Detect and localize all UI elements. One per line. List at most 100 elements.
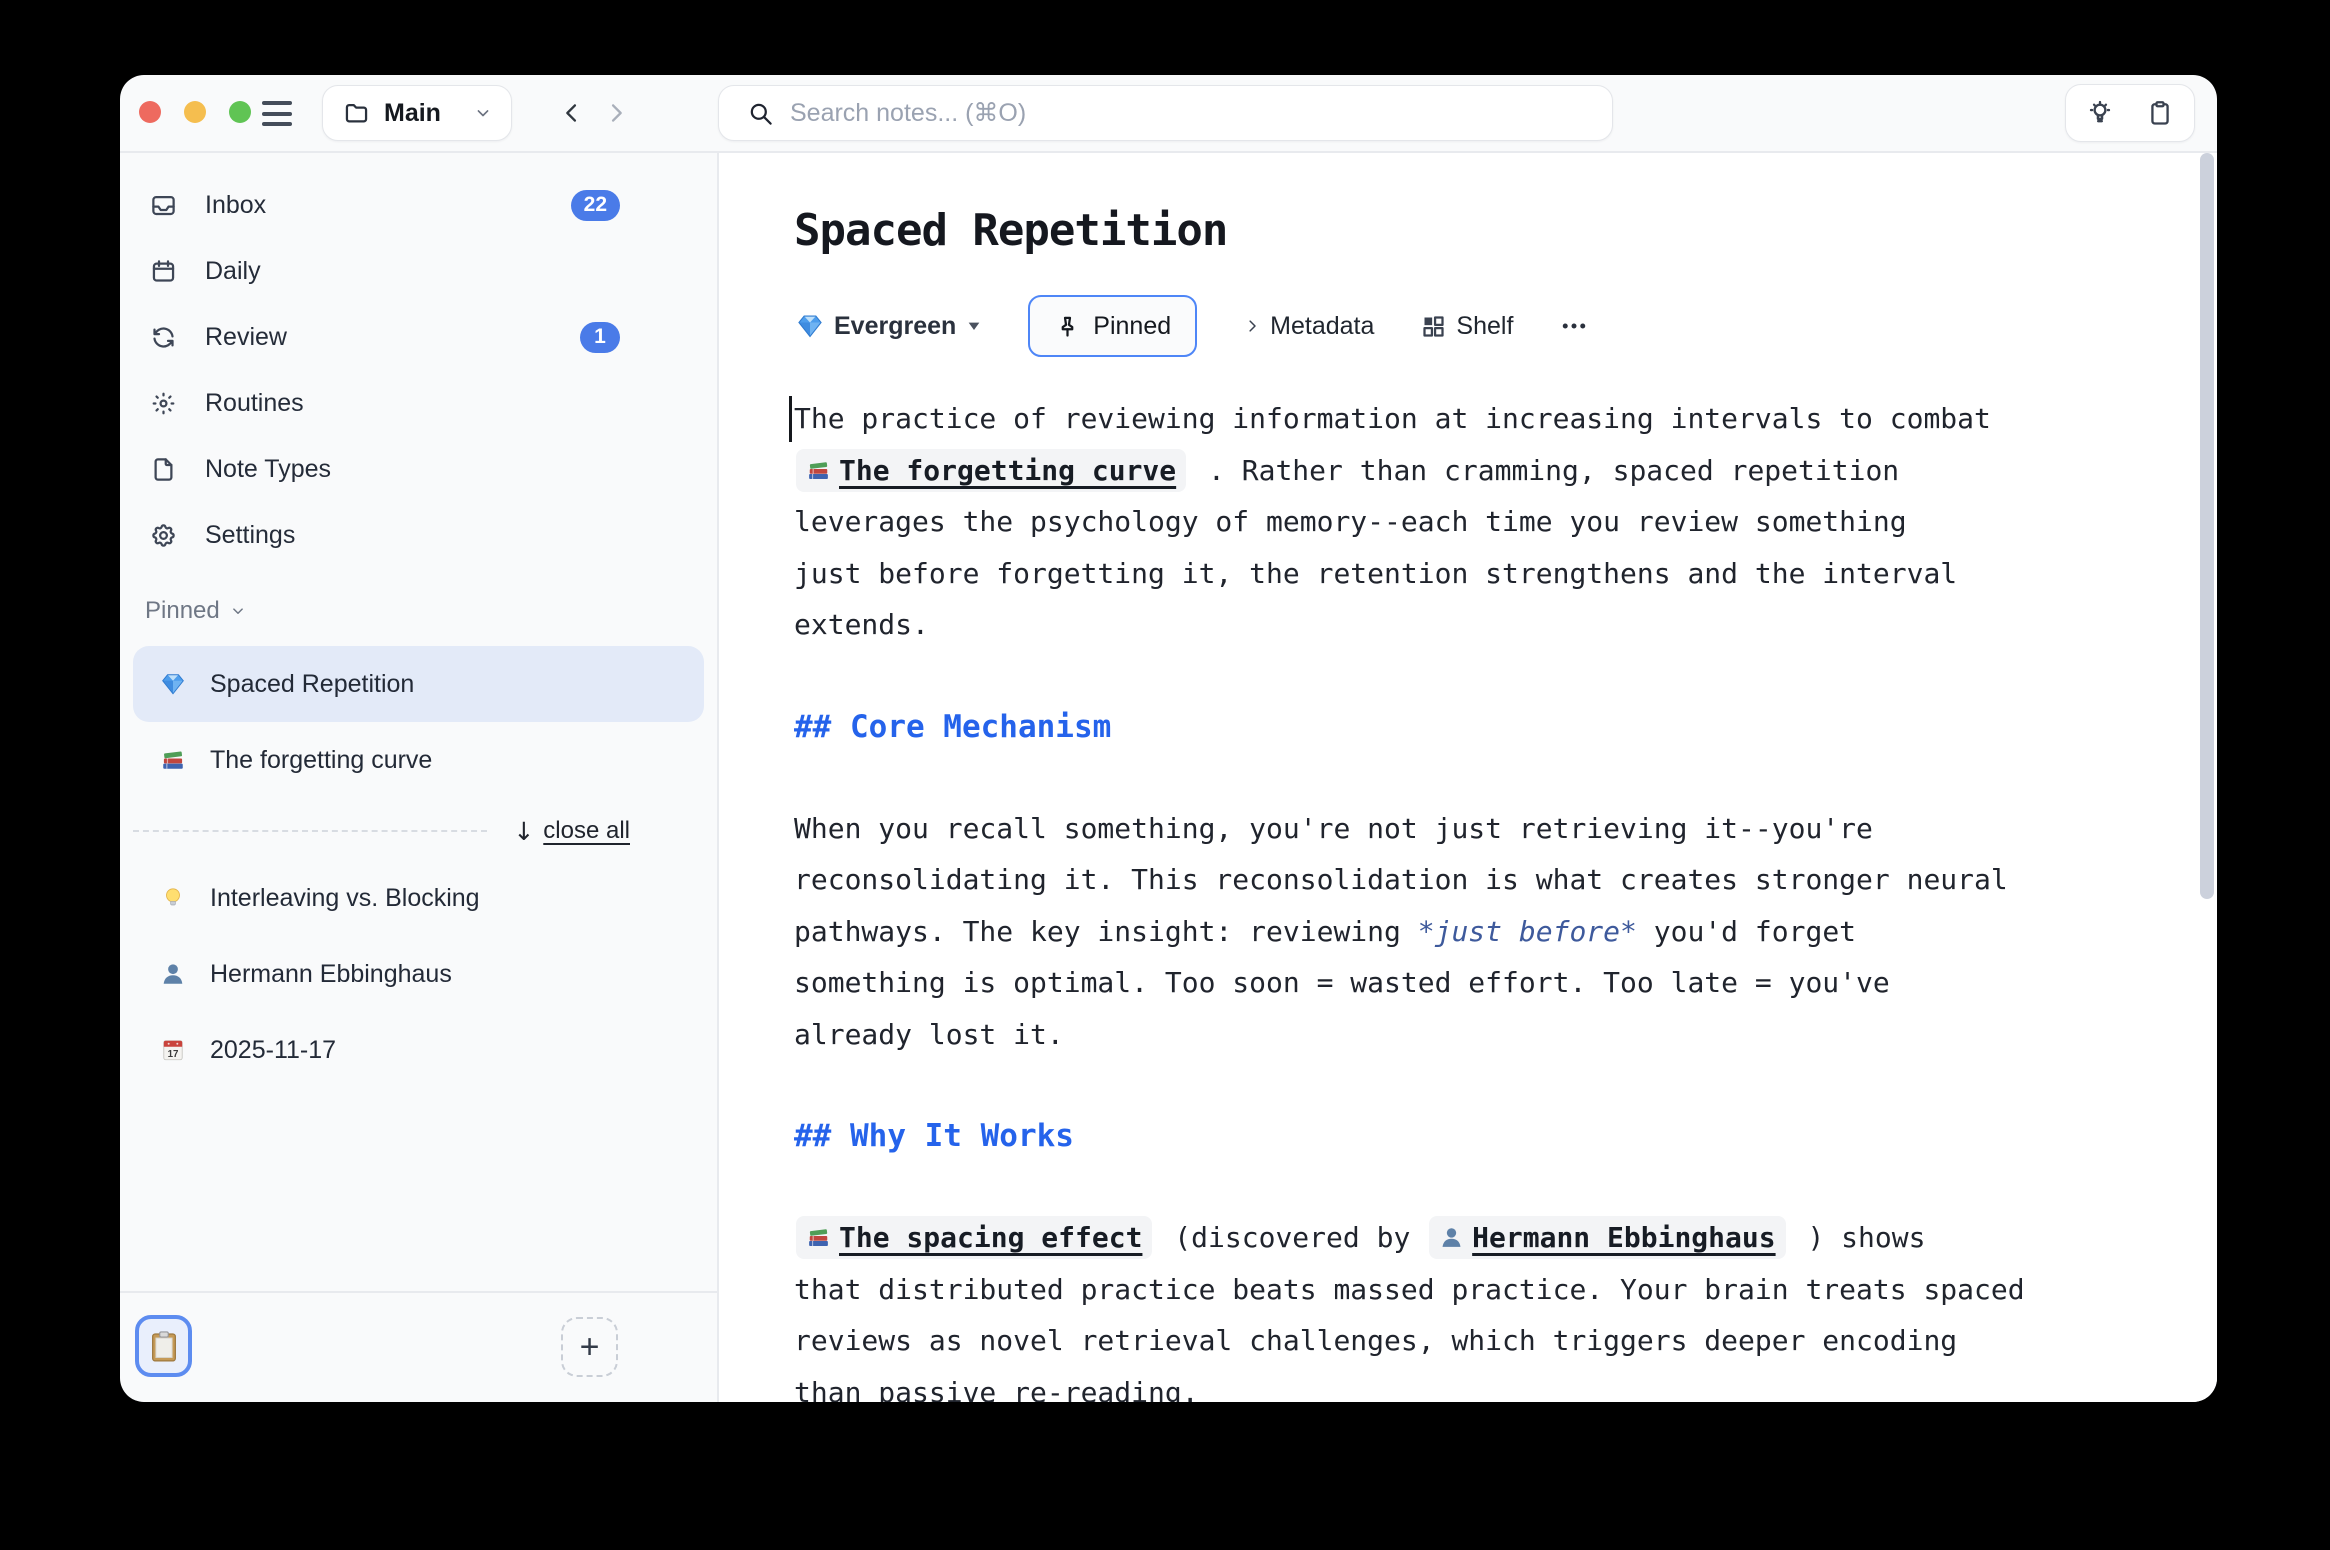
chevron-right-icon bbox=[1243, 317, 1261, 335]
search-input[interactable]: Search notes... (⌘O) bbox=[718, 85, 1613, 141]
gear-icon bbox=[150, 522, 177, 549]
toolbar-right-group bbox=[2065, 84, 2195, 142]
text-line: already lost it. bbox=[794, 1009, 2104, 1061]
books-icon bbox=[806, 1225, 831, 1250]
count-badge: 1 bbox=[580, 322, 620, 353]
text-line: just before forgetting it, the retention… bbox=[794, 548, 2104, 600]
ellipsis-icon bbox=[1559, 311, 1589, 341]
pin-icon bbox=[1054, 313, 1081, 340]
metadata-toggle[interactable]: Metadata bbox=[1243, 312, 1374, 341]
text-line: The forgetting curve . Rather than cramm… bbox=[794, 445, 2104, 497]
svg-text:17: 17 bbox=[168, 1049, 179, 1060]
text-line: pathways. The key insight: reviewing *ju… bbox=[794, 906, 2104, 958]
sidebar-item-inbox[interactable]: Inbox22 bbox=[120, 172, 717, 238]
note-link[interactable]: The spacing effect bbox=[796, 1216, 1152, 1259]
note-type-label: Evergreen bbox=[834, 312, 956, 341]
sidebar-nav: Inbox22DailyReview1RoutinesNote TypesSet… bbox=[120, 172, 717, 568]
text-line: reconsolidating it. This reconsolidation… bbox=[794, 854, 2104, 906]
workspace-dropdown[interactable]: Main bbox=[322, 85, 512, 141]
body-text: leverages the psychology of memory--each… bbox=[794, 505, 1907, 538]
plus-icon: + bbox=[580, 1328, 600, 1367]
back-button[interactable] bbox=[558, 99, 586, 127]
body-text: reviews as novel retrieval challenges, w… bbox=[794, 1324, 1957, 1357]
body-text: just before forgetting it, the retention… bbox=[794, 557, 1957, 590]
sidebar-item-note-types[interactable]: Note Types bbox=[120, 436, 717, 502]
note-link[interactable]: Hermann Ebbinghaus bbox=[1429, 1216, 1785, 1259]
sidebar-item-label: Routines bbox=[205, 389, 620, 418]
note-body[interactable]: The practice of reviewing information at… bbox=[794, 393, 2104, 1402]
clipboard-icon[interactable] bbox=[2146, 99, 2174, 127]
search-icon bbox=[747, 100, 774, 127]
workspace-label: Main bbox=[384, 99, 459, 128]
more-options-button[interactable] bbox=[1559, 311, 1589, 341]
pinned-button-label: Pinned bbox=[1093, 312, 1171, 341]
sidebar-item-label: Review bbox=[205, 323, 580, 352]
close-all-link[interactable]: close all bbox=[543, 817, 630, 845]
sidebar-item-daily[interactable]: Daily bbox=[120, 238, 717, 304]
sun-icon bbox=[150, 390, 177, 417]
body-text: you'd forget bbox=[1637, 915, 1856, 948]
pinned-section-header[interactable]: Pinned bbox=[145, 591, 247, 631]
body-text: ) shows bbox=[1791, 1221, 1926, 1254]
body-text: . Rather than cramming, spaced repetitio… bbox=[1191, 454, 1899, 487]
chevron-down-icon bbox=[473, 103, 493, 123]
text-line: that distributed practice beats massed p… bbox=[794, 1264, 2104, 1316]
sidebar-item-settings[interactable]: Settings bbox=[120, 502, 717, 568]
body-text: reconsolidating it. This reconsolidation… bbox=[794, 863, 2008, 896]
books-icon bbox=[160, 747, 186, 773]
shelf-label: Shelf bbox=[1456, 312, 1513, 341]
close-all-row: ↓ close all bbox=[133, 811, 630, 851]
count-badge: 22 bbox=[571, 190, 620, 221]
body-text: (discovered by bbox=[1157, 1221, 1427, 1254]
note-link-label: The forgetting curve bbox=[210, 746, 432, 775]
body-text: The practice of reviewing information at… bbox=[794, 402, 1991, 435]
note-link-label: Interleaving vs. Blocking bbox=[210, 884, 480, 913]
inbox-icon bbox=[150, 192, 177, 219]
note-link-text: Hermann Ebbinghaus bbox=[1472, 1221, 1775, 1254]
recent-note-item[interactable]: Hermann Ebbinghaus bbox=[133, 936, 704, 1012]
sidebar-item-review[interactable]: Review1 bbox=[120, 304, 717, 370]
paragraph: The practice of reviewing information at… bbox=[794, 393, 2104, 651]
text-line: leverages the psychology of memory--each… bbox=[794, 496, 2104, 548]
clipboard-emoji-icon bbox=[147, 1329, 181, 1363]
down-arrow-icon: ↓ bbox=[513, 817, 534, 846]
text-line: The spacing effect (discovered by Herman… bbox=[794, 1212, 2104, 1264]
body-text: extends. bbox=[794, 608, 929, 641]
text-line: extends. bbox=[794, 599, 2104, 651]
refresh-icon bbox=[150, 324, 177, 351]
body-text: something is optimal. Too soon = wasted … bbox=[794, 966, 1890, 999]
recent-note-item[interactable]: 172025-11-17 bbox=[133, 1012, 704, 1088]
lightbulb-icon[interactable] bbox=[2086, 99, 2114, 127]
pinned-section-label: Pinned bbox=[145, 597, 220, 625]
text-line: something is optimal. Too soon = wasted … bbox=[794, 957, 2104, 1009]
menu-icon[interactable] bbox=[262, 101, 292, 126]
grid-icon bbox=[1420, 313, 1447, 340]
vertical-scrollbar[interactable] bbox=[2200, 153, 2214, 899]
note-type-dropdown[interactable]: Evergreen bbox=[796, 312, 982, 341]
sidebar-item-routines[interactable]: Routines bbox=[120, 370, 717, 436]
tearcal-icon: 17 bbox=[160, 1037, 186, 1063]
pinned-note-item[interactable]: The forgetting curve bbox=[133, 722, 704, 798]
pinned-toggle-button[interactable]: Pinned bbox=[1028, 295, 1197, 357]
section-heading: ## Core Mechanism bbox=[794, 705, 2104, 749]
folder-icon bbox=[343, 100, 370, 127]
note-link[interactable]: The forgetting curve bbox=[796, 449, 1186, 492]
minimize-window-button[interactable] bbox=[184, 101, 206, 123]
forward-button[interactable] bbox=[602, 99, 630, 127]
toolbar: Main Search notes... (⌘O) bbox=[120, 75, 2217, 151]
dashed-divider bbox=[133, 830, 487, 832]
paragraph: When you recall something, you're not ju… bbox=[794, 803, 2104, 1061]
shelf-button[interactable]: Shelf bbox=[1420, 312, 1513, 341]
zoom-window-button[interactable] bbox=[229, 101, 251, 123]
body-text: already lost it. bbox=[794, 1018, 1064, 1051]
pinned-list: Spaced Repetition The forgetting curve bbox=[120, 646, 717, 798]
sidebar-footer-divider bbox=[120, 1291, 717, 1293]
close-window-button[interactable] bbox=[139, 101, 161, 123]
recent-note-item[interactable]: Interleaving vs. Blocking bbox=[133, 860, 704, 936]
workspace-switcher-button[interactable] bbox=[135, 1315, 192, 1377]
text-line: reviews as novel retrieval challenges, w… bbox=[794, 1315, 2104, 1367]
section-heading: ## Why It Works bbox=[794, 1114, 2104, 1158]
pinned-note-item[interactable]: Spaced Repetition bbox=[133, 646, 704, 722]
note-title[interactable]: Spaced Repetition bbox=[794, 205, 1227, 256]
new-note-button[interactable]: + bbox=[561, 1317, 618, 1377]
